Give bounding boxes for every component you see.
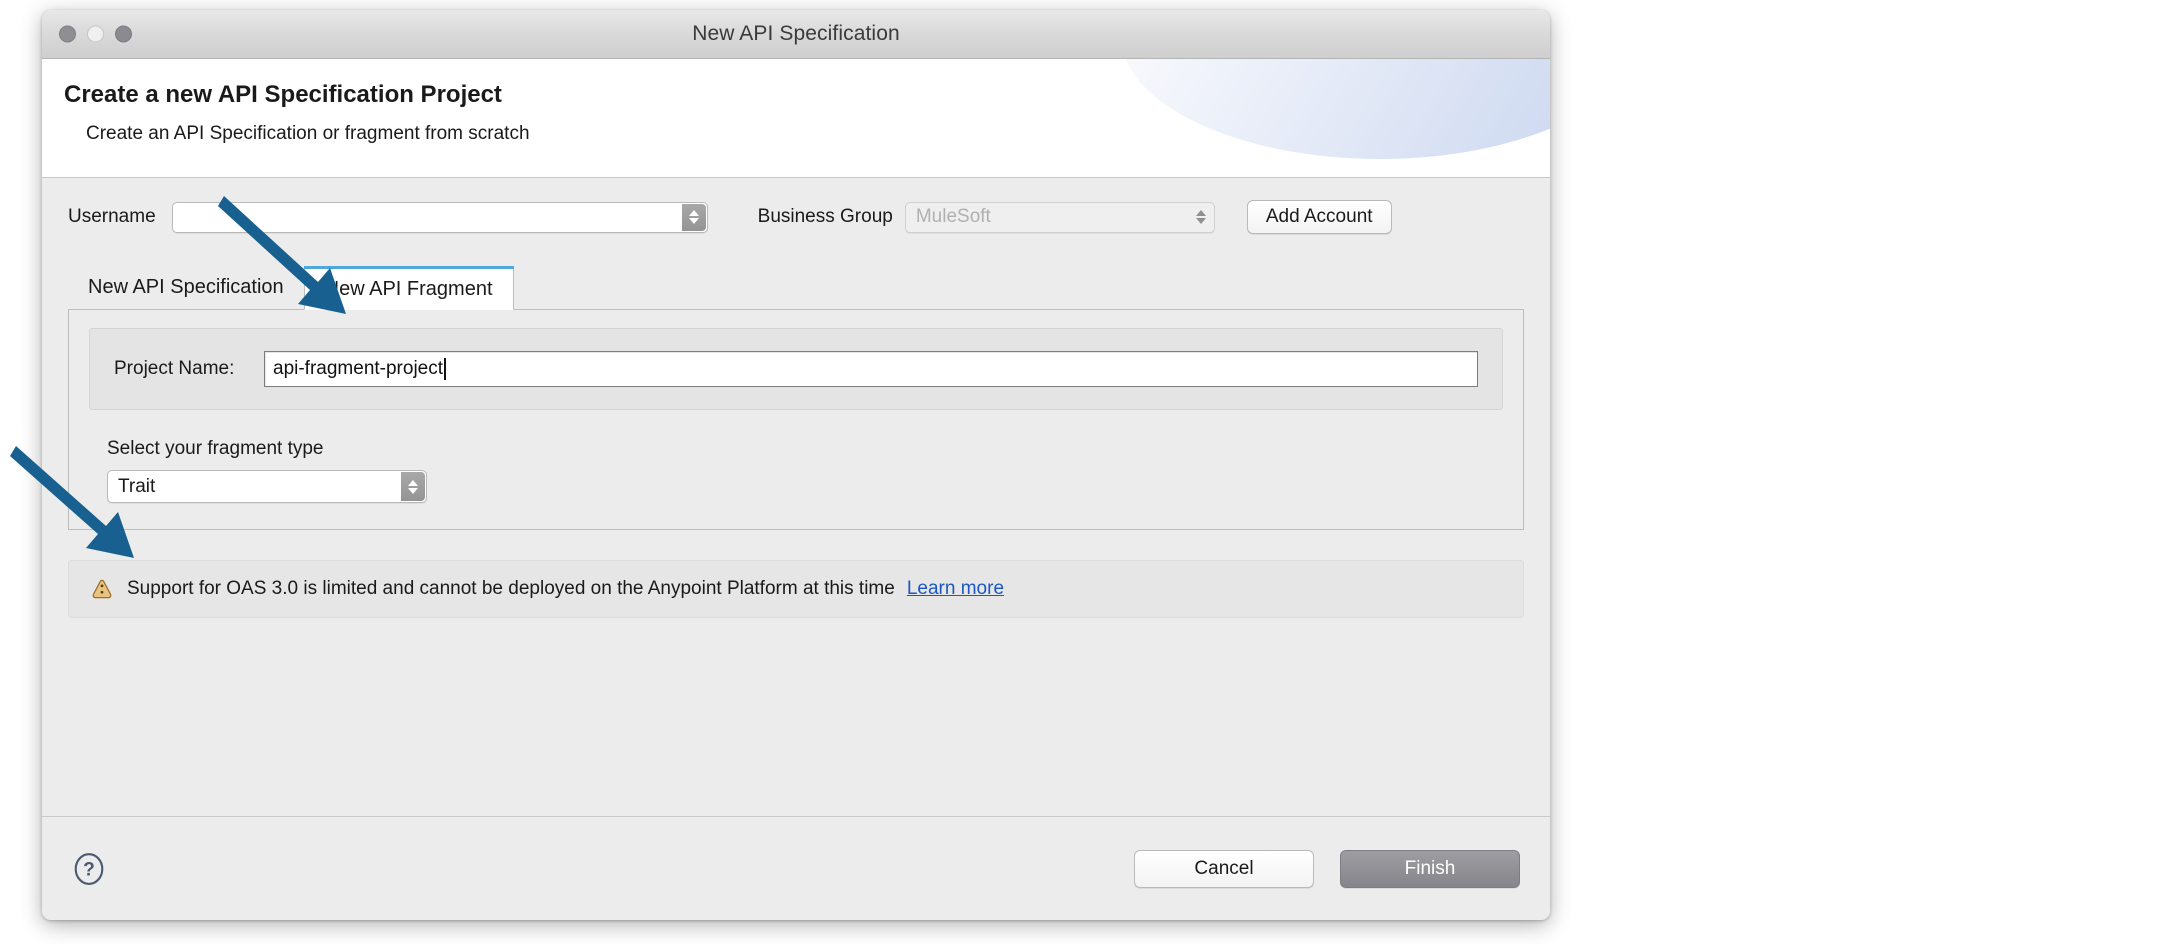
- project-name-value: api-fragment-project: [273, 358, 443, 380]
- close-window-icon[interactable]: [59, 26, 76, 43]
- add-account-button[interactable]: Add Account: [1247, 200, 1392, 234]
- window-titlebar: New API Specification: [42, 10, 1550, 59]
- warning-text: Support for OAS 3.0 is limited and canno…: [127, 578, 895, 600]
- dialog-body: Username Business Group MuleSoft Add Acc…: [42, 178, 1550, 816]
- page-subtitle: Create an API Specification or fragment …: [42, 123, 1550, 145]
- body-spacer: [60, 618, 1532, 816]
- tab-new-api-fragment[interactable]: New API Fragment: [304, 266, 514, 310]
- fragment-type-value: Trait: [108, 476, 165, 498]
- tab-panel-new-api-fragment: Project Name: api-fragment-project Selec…: [68, 310, 1524, 530]
- business-group-label: Business Group: [758, 206, 893, 228]
- project-name-label: Project Name:: [114, 358, 264, 380]
- business-group-stepper-icon[interactable]: [1189, 204, 1213, 231]
- chevron-down-icon: [1196, 218, 1206, 224]
- dialog-header: Create a new API Specification Project C…: [42, 59, 1550, 178]
- text-caret: [444, 358, 446, 380]
- fragment-type-label: Select your fragment type: [107, 438, 1503, 460]
- warning-triangle-icon: [91, 578, 113, 600]
- chevron-up-icon: [689, 210, 699, 216]
- chevron-up-icon: [1196, 210, 1206, 216]
- username-combo[interactable]: [172, 202, 708, 233]
- fragment-type-combo[interactable]: Trait: [107, 470, 427, 503]
- business-group-value: MuleSoft: [906, 206, 1001, 228]
- oas-support-warning-banner: Support for OAS 3.0 is limited and canno…: [68, 560, 1524, 618]
- help-circle-icon[interactable]: ?: [72, 852, 106, 886]
- window-title: New API Specification: [42, 22, 1550, 46]
- username-stepper-icon[interactable]: [682, 204, 706, 231]
- chevron-down-icon: [689, 218, 699, 224]
- minimize-window-icon[interactable]: [87, 26, 104, 43]
- footer-button-group: Cancel Finish: [1134, 850, 1520, 888]
- project-name-group: Project Name: api-fragment-project: [89, 328, 1503, 410]
- account-row: Username Business Group MuleSoft Add Acc…: [60, 178, 1532, 242]
- dialog-footer: ? Cancel Finish: [42, 816, 1550, 920]
- fragment-type-stepper-icon[interactable]: [401, 472, 425, 501]
- new-api-specification-window: New API Specification Create a new API S…: [42, 10, 1550, 920]
- window-traffic-lights: [59, 26, 132, 43]
- svg-text:?: ?: [83, 859, 95, 880]
- business-group-combo[interactable]: MuleSoft: [905, 202, 1215, 233]
- learn-more-link[interactable]: Learn more: [907, 578, 1004, 600]
- page-title: Create a new API Specification Project: [42, 81, 1550, 109]
- tab-strip: New API Specification New API Fragment: [68, 264, 1524, 310]
- tab-new-api-specification[interactable]: New API Specification: [68, 265, 304, 309]
- project-name-input[interactable]: api-fragment-project: [264, 351, 1478, 387]
- chevron-down-icon: [408, 488, 418, 494]
- finish-button[interactable]: Finish: [1340, 850, 1520, 888]
- username-label: Username: [68, 206, 156, 228]
- chevron-up-icon: [408, 480, 418, 486]
- cancel-button[interactable]: Cancel: [1134, 850, 1314, 888]
- zoom-window-icon[interactable]: [115, 26, 132, 43]
